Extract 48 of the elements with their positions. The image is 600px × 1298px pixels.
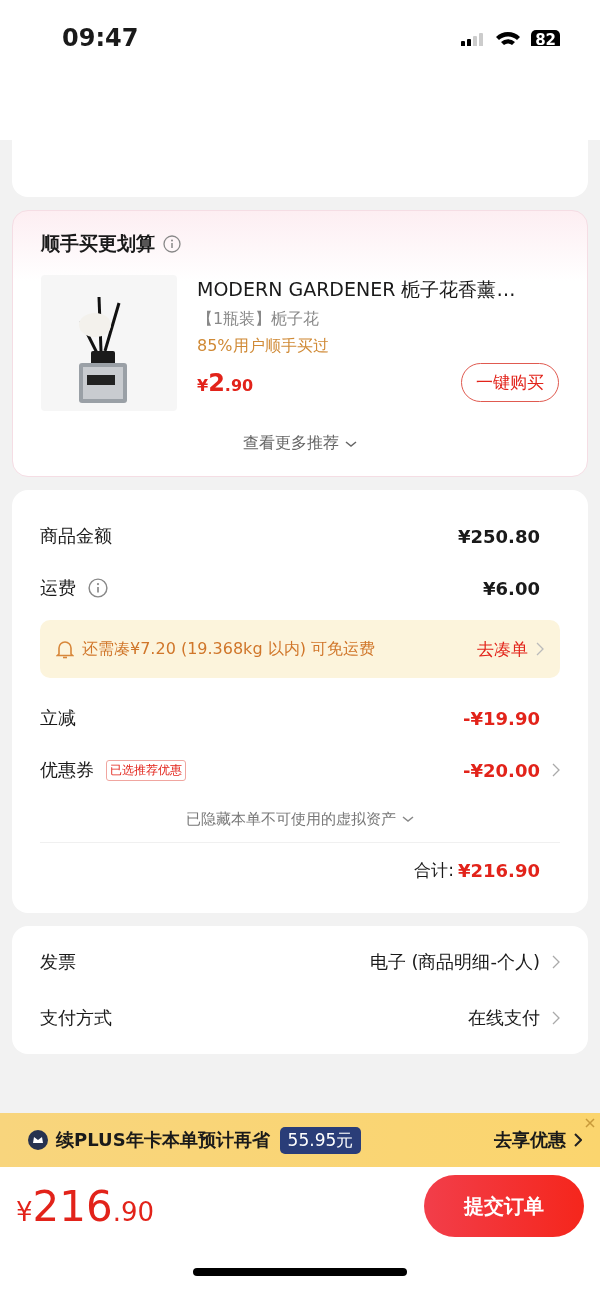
see-more-link[interactable]: 查看更多推荐 [243,433,339,454]
row-label: 商品金额 [40,524,112,548]
wifi-icon [495,31,522,46]
plus-banner[interactable]: 续PLUS年卡本单预计再省 55.95元 去享优惠 [0,1113,600,1167]
row-value: ¥250.80 [458,525,540,547]
chevron-down-icon [345,439,357,448]
plus-promo-text: 续PLUS年卡本单预计再省 [56,1128,270,1152]
chevron-right-icon[interactable] [552,763,560,777]
battery-level: 82 [531,30,560,46]
plus-offer-link[interactable]: 去享优惠 [494,1128,566,1152]
info-icon[interactable] [88,578,108,598]
chevron-down-icon [402,815,414,823]
hidden-assets-toggle[interactable]: 已隐藏本单不可使用的虚拟资产 [186,809,396,829]
buy-now-button[interactable]: 一键购买 [461,363,559,402]
total-value: ¥216.90 [458,859,540,881]
product-spec: 【1瓶装】栀子花 [197,309,321,330]
row-value: -¥20.00 [463,759,540,781]
coupon-tag: 已选推荐优惠 [106,759,186,781]
submit-order-button[interactable]: 提交订单 [424,1175,584,1237]
chevron-right-icon [552,1011,560,1025]
section-title: 顺手买更划算 [41,231,155,256]
total-label: 合计: [414,858,454,882]
notice-text: 还需凑¥7.20 (19.368kg 以内) 可免运费 [82,638,376,660]
chevron-right-icon [536,642,544,656]
chevron-right-icon [574,1133,582,1147]
free-shipping-notice[interactable]: 还需凑¥7.20 (19.368kg 以内) 可免运费 去凑单 [40,620,560,678]
signal-icon [461,33,486,46]
bell-icon [56,639,74,659]
total-price: ¥216.90 [16,1181,155,1231]
status-time: 09:47 [62,26,139,46]
crown-icon [28,1130,48,1150]
product-name[interactable]: MODERN GARDENER 栀子花香薰… [197,277,559,303]
row-value: ¥6.00 [483,577,540,599]
row-label: 运费 [40,576,76,600]
row-label: 优惠券 [40,758,94,782]
add-items-link[interactable]: 去凑单 [477,637,528,661]
setting-label: 支付方式 [40,1006,112,1030]
row-label: 立减 [40,706,76,730]
purchase-stat: 85%用户顺手买过 [197,336,330,357]
info-icon [163,235,181,253]
row-value: -¥19.90 [463,707,540,729]
savings-badge: 55.95元 [279,1126,362,1154]
product-price: ¥2.90 [197,368,254,397]
close-icon[interactable] [584,1117,596,1129]
setting-value[interactable]: 在线支付 [468,1006,540,1030]
setting-label: 发票 [40,950,76,974]
setting-value[interactable]: 电子 (商品明细-个人) [369,950,540,974]
chevron-right-icon [552,955,560,969]
